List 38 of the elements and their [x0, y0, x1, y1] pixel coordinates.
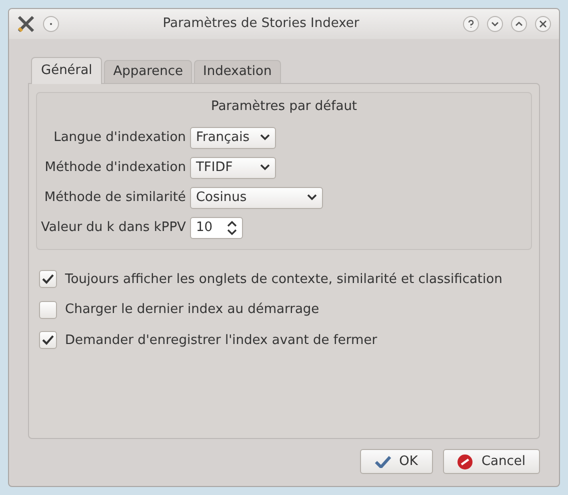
tab[interactable]: Indexation: [194, 60, 281, 83]
minimize-button[interactable]: [487, 16, 503, 32]
maximize-icon: [515, 20, 523, 28]
dropdown[interactable]: Cosinus: [190, 186, 323, 208]
group-title: Paramètres par défaut: [210, 98, 358, 116]
checkbox-label: Toujours afficher les onglets de contexte, similarité et classification: [65, 270, 502, 288]
close-icon: [539, 20, 547, 28]
chevron-down-icon: [260, 164, 270, 171]
maximize-button[interactable]: [511, 16, 527, 32]
up-down-arrows-icon: [226, 220, 237, 234]
chevron-down-icon: [260, 134, 270, 141]
field-label: Méthode de similarité: [44, 188, 186, 207]
checkmark-icon: [42, 335, 54, 346]
help-icon: [467, 20, 475, 28]
checkbox-label: Charger le dernier index au démarrage: [65, 301, 320, 319]
checkbox[interactable]: [39, 331, 57, 350]
dropdown[interactable]: TFIDF: [190, 156, 276, 178]
checkbox[interactable]: [39, 300, 57, 319]
checkbox[interactable]: [39, 270, 57, 288]
chevron-down-icon: [306, 194, 317, 201]
minimize-icon: [491, 20, 499, 28]
spin-box[interactable]: 10: [190, 216, 243, 238]
ok-button[interactable]: OK: [360, 449, 433, 474]
help-button[interactable]: [463, 16, 479, 32]
stop-icon: [457, 454, 474, 470]
close-button[interactable]: [535, 16, 551, 32]
tab[interactable]: Général: [31, 57, 102, 84]
field-label: Valeur du k dans kPPV: [41, 218, 186, 237]
dropdown[interactable]: Français: [190, 126, 276, 148]
field-label: Langue d'indexation: [54, 128, 186, 147]
checkmark-icon: [375, 456, 392, 468]
app-logo-icon: [17, 15, 35, 33]
checkbox-label: Demander d'enregistrer l'index avant de fermer: [65, 332, 378, 350]
field-label: Méthode d'indexation: [44, 158, 186, 177]
window-title: Paramètres de Stories Indexer: [162, 15, 360, 34]
cancel-button[interactable]: Cancel: [443, 449, 540, 474]
checkmark-icon: [42, 274, 54, 284]
tab[interactable]: Apparence: [104, 60, 192, 83]
